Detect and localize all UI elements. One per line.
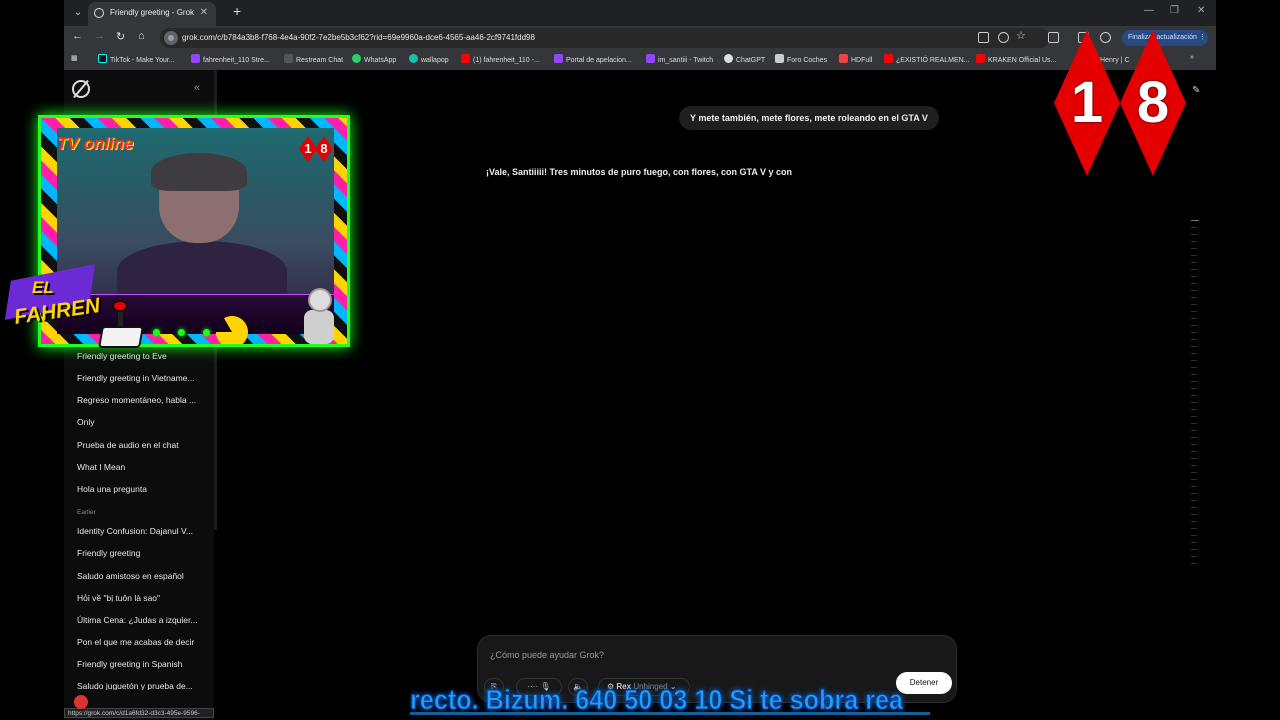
prompt-input[interactable]: ¿Cómo puede ayudar Grok? <box>490 650 604 660</box>
ticker-underline <box>410 712 930 715</box>
bookmark-item[interactable]: HDFull <box>839 54 872 64</box>
url-text: grok.com/c/b784a3b8-f768-4e4a-90f2-7e2be… <box>182 33 535 42</box>
astronaut-icon <box>296 286 346 352</box>
home-icon[interactable]: ⌂ <box>138 30 145 42</box>
sidebar-chat-item[interactable]: Friendly greeting to Eve <box>77 351 202 361</box>
pac-dot-icon <box>203 329 210 336</box>
bookmark-label: WhatsApp <box>364 57 397 64</box>
big-18-badge: 1 8 <box>1054 30 1190 176</box>
bookmark-label: ChatGPT <box>736 57 766 64</box>
restore-icon[interactable]: ❐ <box>1170 5 1179 16</box>
bookmark-item[interactable]: Foro Coches <box>775 54 827 64</box>
sidebar-chat-item[interactable]: Saludo juguetón y prueba de... <box>77 681 202 690</box>
section-label-earlier: Earlier <box>77 509 96 516</box>
tab-title: Friendly greeting - Grok <box>110 8 195 17</box>
sidebar-chat-item[interactable]: Regreso momentáneo, habla ... <box>77 395 202 405</box>
browser-toolbar: ← → ↻ ⌂ grok.com/c/b784a3b8-f768-4e4a-90… <box>64 26 1216 50</box>
more-bookmarks-icon[interactable]: » <box>1190 54 1194 61</box>
sidebar-chat-item[interactable]: Friendly greeting in Spanish <box>77 659 202 669</box>
tab-search-icon[interactable]: ⌄ <box>70 5 86 21</box>
bookmark-label: Restream Chat <box>296 57 344 64</box>
bookmark-item[interactable]: im_santiii - Twitch <box>646 54 713 64</box>
bookmark-item[interactable]: fahrenheit_110 Stre... <box>191 54 270 64</box>
sidebar-chat-item[interactable]: Pon el que me acabas de decir <box>77 637 202 647</box>
assistant-message: ¡Vale, Santiiiii! Tres minutos de puro f… <box>486 167 793 177</box>
apps-icon[interactable]: ▦ <box>71 54 78 62</box>
forward-icon[interactable]: → <box>94 30 105 42</box>
grok-favicon-icon <box>94 8 104 18</box>
record-icon <box>74 695 88 709</box>
bookmark-item[interactable]: KRAKEN Official Us... <box>976 54 1056 64</box>
bookmark-item[interactable]: wallapop <box>409 54 449 64</box>
bookmark-label: (1) fahrenheit_110 -... <box>473 57 540 64</box>
sidebar-chat-item[interactable]: Última Cena: ¿Judas a izquier... <box>77 615 202 625</box>
bookmark-label: im_santiii - Twitch <box>658 57 714 64</box>
pac-dot-icon <box>178 329 185 336</box>
user-message: Y mete también, mete flores, mete rolean… <box>679 106 939 130</box>
bookmark-item[interactable]: ¿EXISTIÓ REALMEN... <box>884 54 970 64</box>
bookmark-label: ¿EXISTIÓ REALMEN... <box>896 57 970 64</box>
bookmark-label: wallapop <box>421 57 449 64</box>
close-window-icon[interactable]: ✕ <box>1197 5 1205 16</box>
sidebar-chat-item[interactable]: Saludo amistoso en español <box>77 571 202 581</box>
bookmark-item[interactable]: ChatGPT <box>724 54 765 64</box>
status-url: https://grok.com/c/d1a6fd32-d3c3-495e-95… <box>64 708 214 718</box>
bookmark-label: fahrenheit_110 Stre... <box>203 57 270 64</box>
sidebar-chat-item[interactable]: Hỏi về "bị tuôn là sao" <box>77 593 202 603</box>
bookmarks-bar: ▦ TikTok - Make Your... fahrenheit_110 S… <box>64 50 1216 70</box>
bookmark-label: KRAKEN Official Us... <box>988 57 1057 64</box>
bookmark-item[interactable]: Restream Chat <box>284 54 343 64</box>
tab-close-icon[interactable]: ✕ <box>200 2 208 24</box>
sidebar-chat-item[interactable]: Friendly greeting in Vietname... <box>77 373 202 383</box>
logo-el-text: EL <box>32 278 54 297</box>
donation-ticker: recto. Bizum. 640 50 03 10 Si te sobra r… <box>410 684 930 720</box>
sidebar-chat-item[interactable]: Friendly greeting <box>77 548 202 558</box>
streamer-figure <box>117 153 287 301</box>
pac-dot-icon <box>153 329 160 336</box>
tab-active[interactable]: Friendly greeting - Grok ✕ <box>88 2 216 26</box>
back-icon[interactable]: ← <box>72 30 83 42</box>
tab-strip: ⌄ Friendly greeting - Grok ✕ + — ❐ ✕ <box>64 0 1216 26</box>
sidebar-chat-item[interactable]: Only <box>77 417 202 427</box>
new-chat-edit-icon[interactable]: ✎ <box>1192 85 1206 99</box>
bookmark-label: Foro Coches <box>787 57 828 64</box>
big-digit-1: 1 <box>1054 30 1120 176</box>
tv-online-title: TV online <box>57 134 134 153</box>
bookmark-label: TikTok - Make Your... <box>110 57 175 64</box>
sidebar-chat-item[interactable]: Hola una pregunta <box>77 484 202 494</box>
bookmark-star-icon[interactable]: ☆ <box>1016 29 1026 42</box>
joystick-icon <box>98 300 146 352</box>
collapse-sidebar-icon[interactable]: « <box>194 82 200 94</box>
bookmark-item[interactable]: Portal de apelacion... <box>554 54 632 64</box>
new-tab-icon[interactable]: + <box>233 3 241 19</box>
address-bar[interactable]: grok.com/c/b784a3b8-f768-4e4a-90f2-7e2be… <box>160 28 1050 48</box>
reload-icon[interactable]: ↻ <box>116 30 125 43</box>
bookmark-label: Portal de apelacion... <box>566 57 632 64</box>
sidebar-chat-item[interactable]: What I Mean <box>77 462 202 472</box>
big-digit-8: 8 <box>1120 30 1186 176</box>
sidebar-chat-item[interactable]: Identity Confusion: Dajanul V... <box>77 526 202 536</box>
sidebar-chat-item[interactable]: Prueba de audio en el chat <box>77 440 202 450</box>
conversation-nav-rail[interactable] <box>1191 220 1199 570</box>
bookmark-item[interactable]: (1) fahrenheit_110 -... <box>461 54 540 64</box>
site-info-icon[interactable] <box>164 31 178 45</box>
grok-logo-icon[interactable] <box>72 80 90 98</box>
hide-icon[interactable] <box>998 32 1009 43</box>
cast-icon[interactable] <box>978 32 989 43</box>
bookmark-item[interactable]: TikTok - Make Your... <box>98 54 175 64</box>
minimize-icon[interactable]: — <box>1144 5 1154 16</box>
browser-window: ⌄ Friendly greeting - Grok ✕ + — ❐ ✕ ← →… <box>64 0 1216 720</box>
bookmark-label: HDFull <box>851 57 873 64</box>
bookmark-item[interactable]: WhatsApp <box>352 54 396 64</box>
